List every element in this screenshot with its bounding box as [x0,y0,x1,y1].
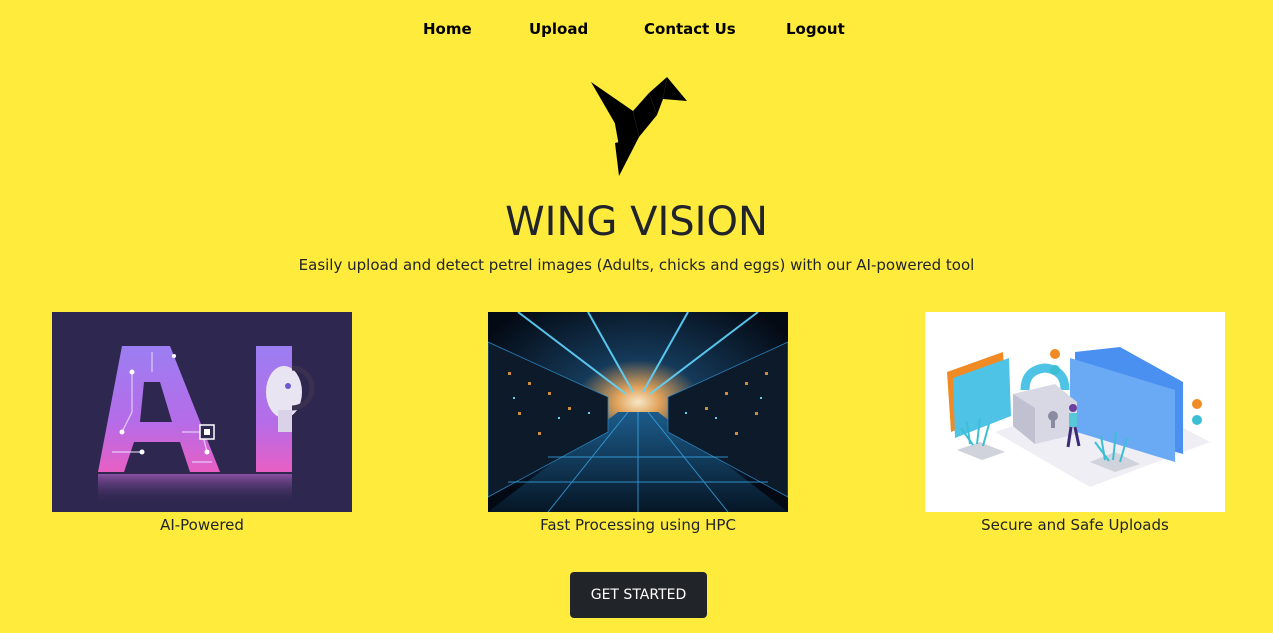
wing-vision-logo [591,77,687,176]
nav-logout-link[interactable]: Logout [786,18,845,40]
feature-secure-uploads: Secure and Safe Uploads [925,312,1225,537]
feature-caption: Secure and Safe Uploads [981,516,1169,534]
server-room-image [488,312,788,512]
page-subtitle: Easily upload and detect petrel images (… [298,256,975,274]
nav-contact-link[interactable]: Contact Us [644,18,736,40]
feature-caption: Fast Processing using HPC [540,516,736,534]
ai-powered-image [52,312,352,512]
get-started-button[interactable]: GET STARTED [570,572,707,618]
feature-fast-processing: Fast Processing using HPC [488,312,788,537]
page-title: WING VISION [505,199,768,245]
feature-caption: AI-Powered [160,516,244,534]
nav-upload-link[interactable]: Upload [529,18,588,40]
top-nav: Home Upload Contact Us Logout [0,18,1273,40]
nav-home-link[interactable]: Home [423,18,472,40]
secure-uploads-image [925,312,1225,512]
feature-ai-powered: AI-Powered [52,312,352,537]
